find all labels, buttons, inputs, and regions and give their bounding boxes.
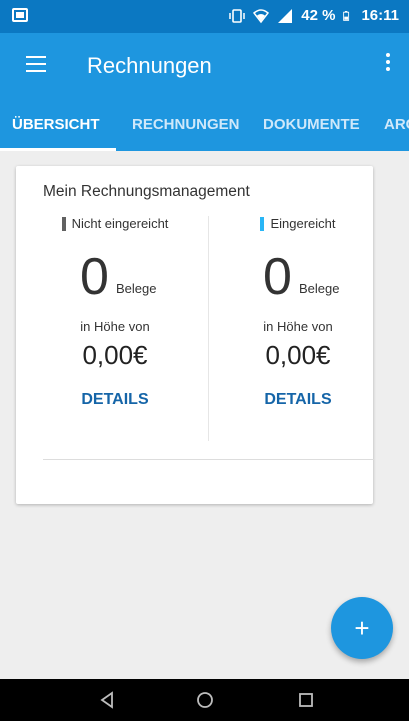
submitted-marker — [260, 216, 265, 231]
vibrate-icon — [229, 8, 245, 23]
notification-image-icon — [12, 8, 28, 22]
submitted-header: Eingereicht — [270, 216, 336, 231]
page-title: Rechnungen — [87, 53, 212, 78]
not-submitted-amount-label: in Höhe von — [80, 319, 150, 334]
system-nav-bar — [0, 679, 409, 721]
submitted-count-unit: Belege — [299, 281, 340, 296]
more-vert-icon[interactable] — [385, 53, 391, 75]
recents-icon[interactable] — [296, 690, 316, 710]
not-submitted-marker — [61, 216, 66, 231]
not-submitted-count-unit: Belege — [116, 281, 157, 296]
menu-icon[interactable] — [26, 56, 46, 72]
clock: 16:11 — [361, 7, 399, 24]
tab-uebersicht[interactable]: ÜBERSICHT — [12, 116, 100, 133]
add-icon: + — [354, 612, 370, 643]
not-submitted-amount: 0,00€ — [82, 340, 148, 370]
card-divider — [43, 459, 374, 460]
submitted-column: Eingereicht 0 Belege in Höhe von 0,00€ D… — [213, 216, 383, 409]
tab-dokumente[interactable]: DOKUMENTE — [263, 116, 360, 133]
battery-icon — [343, 10, 350, 21]
not-submitted-column: Nicht eingereicht 0 Belege in Höhe von 0… — [30, 216, 200, 409]
wifi-icon — [253, 8, 270, 23]
home-icon[interactable] — [195, 690, 215, 710]
add-button[interactable]: + — [331, 597, 393, 659]
submitted-amount: 0,00€ — [265, 340, 331, 370]
tab-rechnungen[interactable]: RECHNUNGEN — [132, 116, 240, 133]
card-title: Mein Rechnungsmanagement — [43, 183, 250, 200]
not-submitted-header: Nicht eingereicht — [71, 216, 169, 231]
back-icon[interactable] — [97, 690, 117, 710]
app-bar: Rechnungen — [0, 33, 409, 98]
tab-bar: ÜBERSICHT RECHNUNGEN DOKUMENTE ARC — [0, 98, 409, 151]
status-icons: 42 % 16:11 — [229, 7, 399, 24]
battery-percent: 42 % — [301, 7, 336, 24]
tab-indicator — [0, 148, 116, 151]
submitted-count: 0 — [263, 248, 292, 306]
column-divider — [208, 216, 209, 441]
status-bar: 42 % 16:11 — [0, 0, 409, 33]
not-submitted-details-button[interactable]: DETAILS — [30, 391, 200, 409]
invoice-summary-card: Mein Rechnungsmanagement Nicht eingereic… — [16, 166, 374, 504]
not-submitted-count: 0 — [80, 248, 109, 306]
signal-icon — [278, 8, 293, 23]
tab-archiv[interactable]: ARC — [384, 116, 409, 133]
submitted-details-button[interactable]: DETAILS — [213, 391, 383, 409]
submitted-amount-label: in Höhe von — [263, 319, 333, 334]
